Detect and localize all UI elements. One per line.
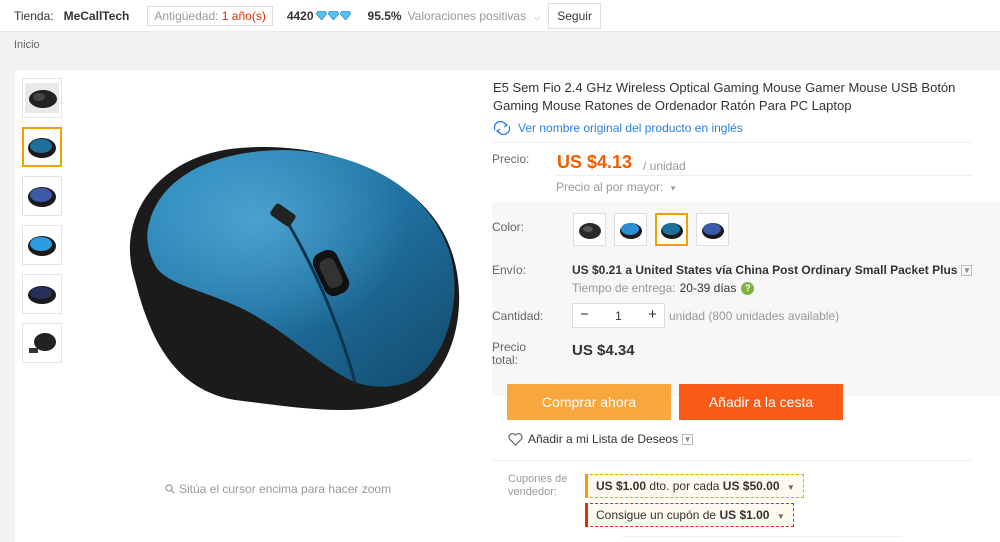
coupon-label-line1: Cupones de [508,473,568,485]
color-swatch-navy[interactable] [696,213,729,246]
original-name-text: Ver nombre original del producto en ingl… [518,121,743,135]
seller-coupons-label: Cupones de vendedor: [508,473,567,499]
divider [492,460,972,461]
original-name-link[interactable]: Ver nombre original del producto en ingl… [492,121,743,135]
product-info: E5 Sem Fio 2.4 GHz Wireless Optical Gami… [492,70,1000,542]
buy-now-button[interactable]: Comprar ahora [507,384,671,420]
add-to-wishlist[interactable]: Añadir a mi Lista de Deseos ▼ [508,432,694,446]
color-swatches [573,213,737,246]
diamond-icon [327,11,339,20]
store-age-label: Antigüedad: [154,8,219,23]
quantity-label: Cantidad: [492,309,544,323]
delivery-days: 20-39 días [679,281,737,295]
store-name-link[interactable]: MeCallTech [64,9,130,23]
total-label-line1: Precio [492,340,527,354]
breadcrumb-home-link[interactable]: Inicio [14,39,40,51]
color-swatch-black[interactable] [573,213,606,246]
magnifier-icon [165,484,175,494]
zoom-hint-text: Sitúa el cursor encima para hacer zoom [179,482,392,496]
wishlist-text: Añadir a mi Lista de Deseos [528,432,679,446]
thumbnail-mouse-black[interactable] [22,78,62,118]
mouse-navy-image [28,187,56,207]
positive-feedback-label: Valoraciones positivas [407,8,527,23]
total-label-line2: total: [492,353,519,367]
mouse-dark-blue-image [28,286,56,304]
thumbnail-mouse-light-blue[interactable] [22,225,62,265]
store-label: Tienda: [14,8,54,23]
mouse-black-image [25,83,59,113]
wholesale-price-dropdown[interactable]: Precio al por mayor: ▾ [556,175,972,194]
decrement-button[interactable]: − [573,304,596,327]
chevron-down-icon: ▾ [670,183,676,193]
color-label: Color: [492,220,525,234]
thumbnail-mouse-navy[interactable] [22,176,62,216]
chevron-down-icon: ▼ [682,433,694,445]
store-score: 4420 [286,8,314,23]
product-title: E5 Sem Fio 2.4 GHz Wireless Optical Gami… [493,80,956,113]
product-main-image[interactable] [75,70,475,480]
total-price-label: Precio total: [492,341,526,367]
thumbnail-mouse-dark-blue[interactable] [22,274,62,314]
store-bar: Tienda: MeCallTech Antigüedad: 1 año(s) … [0,0,1000,32]
mouse-black-swatch-image [578,222,601,239]
thumbnail-mouse-blue[interactable] [22,127,62,167]
product-card: Sitúa el cursor encima para hacer zoom E… [15,70,1000,542]
mouse-blue-image [28,138,56,158]
coupon2-amount: US $1.00 [719,508,770,522]
help-icon[interactable]: ? [741,281,755,295]
color-swatch-blue-selected[interactable] [655,213,688,246]
total-price-value: US $4.34 [572,342,635,359]
positive-feedback-dropdown[interactable]: Valoraciones positivas ⌵ [408,9,541,23]
store-age-badge: Antigüedad: 1 año(s) [147,5,273,26]
chevron-down-icon: ⌵ [533,11,541,22]
chevron-down-icon: ▼ [961,265,973,277]
heart-icon [508,432,523,446]
mouse-blue-swatch-image [660,222,683,239]
coupon1-amount: US $1.00 [596,479,647,493]
chevron-down-icon: ▼ [776,512,785,521]
mouse-with-receiver-image [29,333,56,353]
mouse-light-blue-swatch-image [619,222,642,239]
positive-feedback-percent: 95.5% [367,8,402,23]
coupon1-text: dto. por cada [649,479,720,493]
diamond-icon [339,11,351,20]
shipping-label: Envío: [492,263,527,277]
shipping-method[interactable]: US $0.21 a United States vía China Post … [572,263,973,277]
availability-text: unidad (800 unidades available) [669,309,840,323]
mouse-light-blue-image [28,236,56,256]
divider [622,536,902,540]
zoom-hint: Sitúa el cursor encima para hacer zoom [165,482,391,496]
coupon-get[interactable]: Consigue un cupón de US $1.00 ▼ [585,503,794,527]
thumbnail-list [22,78,64,372]
price-label: Precio: [492,152,530,166]
diamond-rating-icons [315,11,352,20]
quantity-input[interactable]: 1 [596,309,641,323]
quantity-stepper: − 1 + [572,303,665,328]
wholesale-price-label: Precio al por mayor: [556,180,664,194]
coupon-label-line2: vendedor: [508,486,557,498]
follow-store-button[interactable]: Seguir [548,2,601,29]
divider [492,142,972,143]
coupon2-text: Consigue un cupón de [596,508,717,522]
coupon1-threshold: US $50.00 [722,479,780,493]
store-age-value: 1 año(s) [221,8,266,23]
color-swatch-light-blue[interactable] [614,213,647,246]
increment-button[interactable]: + [641,304,664,327]
delivery-time: Tiempo de entrega: 20-39 días ? [572,281,755,295]
chevron-down-icon: ▼ [786,483,795,492]
shipping-method-text: US $0.21 a United States vía China Post … [572,263,958,277]
mouse-navy-swatch-image [701,222,724,239]
coupon-discount[interactable]: US $1.00 dto. por cada US $50.00 ▼ [585,474,804,498]
price-value: US $4.13 [557,152,633,172]
breadcrumb: Inicio [14,39,40,51]
sku-panel [492,202,1000,396]
per-unit-label: / unidad [643,159,686,173]
translate-icon [493,121,511,135]
add-to-cart-button[interactable]: Añadir a la cesta [679,384,843,420]
delivery-label: Tiempo de entrega: [572,281,676,295]
diamond-icon [315,11,327,20]
thumbnail-mouse-with-receiver[interactable] [22,323,62,363]
